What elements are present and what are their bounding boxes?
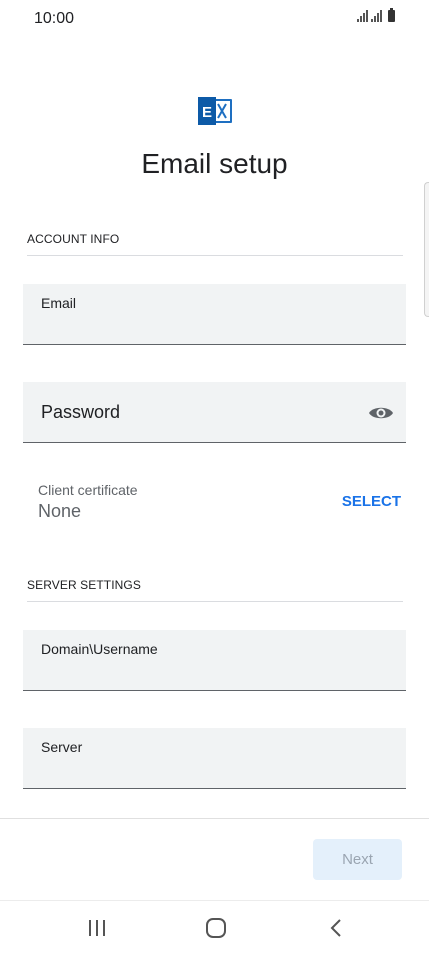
server-field[interactable]: Server	[23, 728, 406, 789]
navigation-bar	[0, 901, 429, 954]
next-button[interactable]: Next	[313, 839, 402, 880]
domain-username-label: Domain\Username	[41, 641, 158, 657]
password-label: Password	[41, 402, 121, 422]
signal-icon	[357, 10, 368, 22]
select-certificate-button[interactable]: SELECT	[342, 493, 401, 510]
status-time: 10:00	[34, 10, 75, 27]
password-field[interactable]: Password	[23, 382, 406, 443]
eye-icon[interactable]	[368, 402, 394, 424]
back-icon[interactable]	[325, 917, 349, 939]
email-field[interactable]: Email	[23, 284, 406, 345]
email-input[interactable]	[41, 314, 385, 340]
server-label: Server	[41, 739, 83, 755]
home-icon[interactable]	[204, 917, 228, 939]
section-divider	[27, 255, 403, 256]
client-certificate-label: Client certificate	[38, 482, 138, 498]
domain-username-field[interactable]: Domain\Username	[23, 630, 406, 691]
domain-username-input[interactable]	[41, 660, 385, 686]
client-certificate-value: None	[38, 501, 82, 521]
signal-icon	[371, 10, 382, 22]
scrollbar[interactable]	[424, 182, 429, 317]
server-settings-header: SERVER SETTINGS	[27, 578, 141, 592]
battery-icon	[388, 8, 395, 22]
page-title: Email setup	[141, 148, 288, 179]
email-label: Email	[41, 295, 77, 311]
exchange-icon: E	[198, 97, 232, 125]
recents-icon[interactable]	[85, 917, 109, 939]
account-info-header: ACCOUNT INFO	[27, 232, 120, 246]
svg-text:E: E	[202, 104, 212, 121]
footer-divider	[0, 818, 429, 819]
status-icons	[357, 8, 395, 22]
server-input[interactable]	[41, 758, 385, 784]
section-divider	[27, 601, 403, 602]
status-bar: 10:00	[0, 0, 429, 36]
